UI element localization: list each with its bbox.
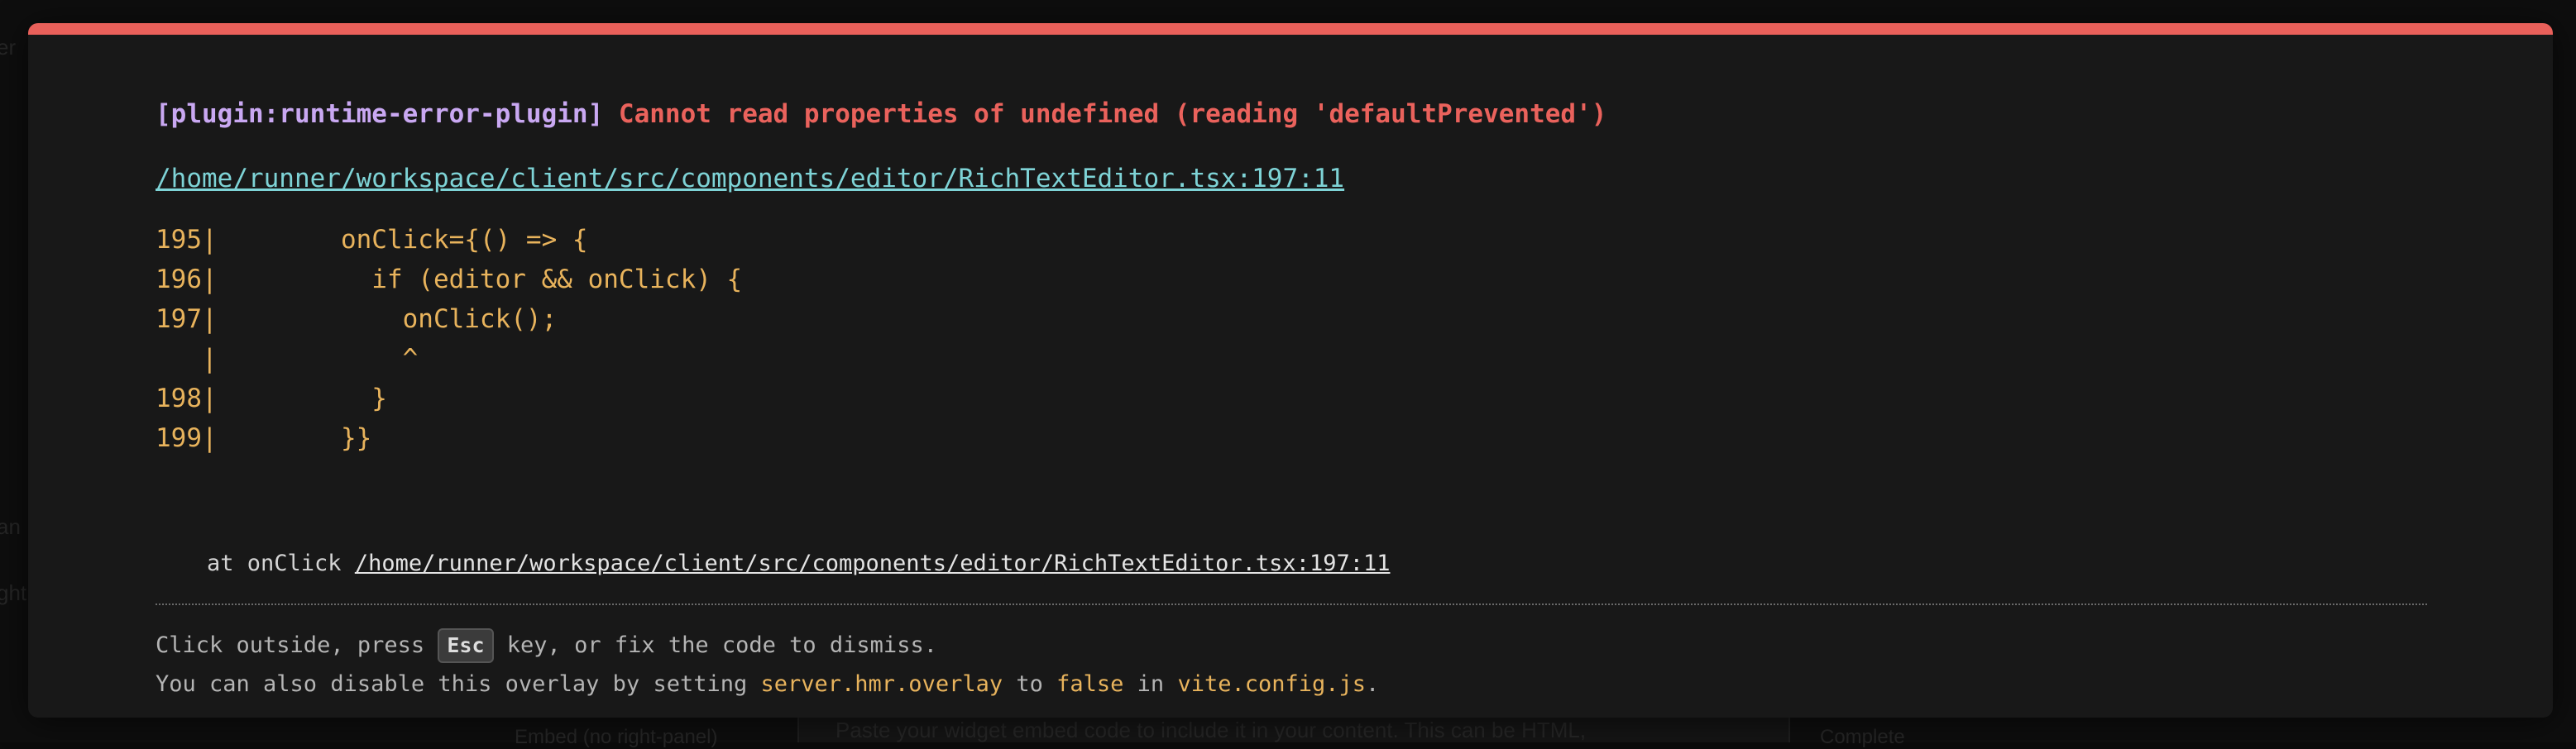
line-code: }: [217, 384, 387, 413]
tip-text: in: [1123, 671, 1178, 697]
line-code: onClick={() => {: [217, 225, 588, 255]
line-number: |: [156, 344, 218, 374]
divider: [156, 603, 2427, 605]
line-number: 197|: [156, 304, 218, 334]
code-line: 199| }}: [156, 418, 742, 458]
error-overlay: [plugin:runtime-error-plugin] Cannot rea…: [28, 23, 2553, 718]
code-line: 198| }: [156, 379, 742, 418]
esc-key: Esc: [438, 628, 494, 663]
error-text: Cannot read properties of undefined (rea…: [618, 99, 1607, 129]
config-value: false: [1056, 671, 1124, 697]
config-key: server.hmr.overlay: [760, 671, 1003, 697]
bg-text-left-3: ght: [0, 580, 27, 605]
bg-text-bottom-3: Complete: [1820, 726, 1905, 748]
line-number: 196|: [156, 265, 218, 294]
code-line: 196| if (editor && onClick) {: [156, 260, 742, 299]
stack-prefix: at onClick: [207, 551, 355, 576]
tip-text: key, or fix the code to dismiss.: [493, 632, 937, 658]
code-frame: 195| onClick={() => { 196| if (editor &&…: [156, 220, 742, 458]
disable-tip: You can also disable this overlay by set…: [156, 668, 1379, 701]
error-file-link[interactable]: /home/runner/workspace/client/src/compon…: [156, 162, 1344, 195]
line-number: 198|: [156, 384, 218, 413]
tip-text: Click outside, press: [156, 632, 438, 658]
bg-text-bottom-2: Paste your widget embed code to include …: [836, 718, 1587, 742]
plugin-name: [plugin:runtime-error-plugin]: [156, 99, 604, 129]
tip-text: You can also disable this overlay by set…: [156, 671, 761, 697]
bg-text-bottom-1: Embed (no right-panel): [515, 726, 718, 748]
line-number: 195|: [156, 225, 218, 255]
tip-text: .: [1366, 671, 1380, 697]
config-file: vite.config.js: [1177, 671, 1367, 697]
stack-trace: at onClick /home/runner/workspace/client…: [207, 549, 1390, 579]
bg-text-left-2: an: [0, 514, 21, 539]
dismiss-tip: Click outside, press Esc key, or fix the…: [156, 628, 937, 663]
error-message: [plugin:runtime-error-plugin] Cannot rea…: [156, 98, 1606, 131]
tip-text: to: [1003, 671, 1057, 697]
stack-file-link[interactable]: /home/runner/workspace/client/src/compon…: [355, 551, 1391, 576]
line-number: 199|: [156, 423, 218, 453]
line-code: }}: [217, 423, 372, 453]
bg-text-left-1: er: [0, 35, 17, 60]
code-line: 197| onClick();: [156, 299, 742, 339]
line-code: ^: [217, 344, 419, 374]
code-caret-line: | ^: [156, 339, 742, 379]
line-code: onClick();: [217, 304, 558, 334]
line-code: if (editor && onClick) {: [217, 265, 743, 294]
code-line: 195| onClick={() => {: [156, 220, 742, 260]
